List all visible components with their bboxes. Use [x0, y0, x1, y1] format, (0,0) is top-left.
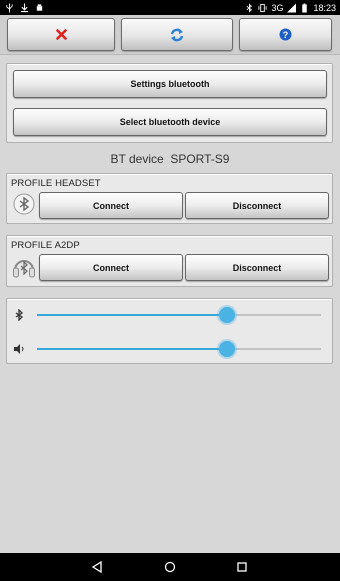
volume-level-slider[interactable]	[37, 341, 321, 357]
slider-thumb[interactable]	[219, 341, 236, 357]
settings-bluetooth-button[interactable]: Settings bluetooth	[13, 70, 327, 98]
bluetooth-level-row	[11, 305, 329, 325]
headphones-icon	[11, 255, 37, 279]
volume-level-row	[11, 339, 329, 359]
bluetooth-icon	[11, 192, 37, 216]
home-button[interactable]	[162, 559, 178, 575]
toolbar: ?	[0, 15, 340, 55]
slider-fill	[37, 348, 228, 350]
a2dp-disconnect-button[interactable]: Disconnect	[185, 254, 329, 281]
recents-icon	[237, 562, 247, 572]
select-bluetooth-device-button[interactable]: Select bluetooth device	[13, 108, 327, 136]
speaker-icon	[14, 344, 24, 354]
slider-thumb[interactable]	[219, 307, 236, 323]
bt-device-name: BT device SPORT-S9	[110, 152, 230, 166]
clock: 18:23	[313, 2, 336, 13]
headset-disconnect-button[interactable]: Disconnect	[185, 192, 329, 219]
bluetooth-icon	[15, 309, 24, 321]
network-type: 3G	[271, 2, 284, 13]
profile-a2dp-title: PROFILE A2DP	[11, 240, 80, 251]
profile-a2dp-panel: PROFILE A2DP Connect Disconnect	[6, 235, 333, 287]
a2dp-connect-button[interactable]: Connect	[39, 254, 183, 281]
back-icon	[91, 561, 102, 573]
recents-button[interactable]	[234, 559, 250, 575]
bluetooth-level-slider[interactable]	[37, 307, 321, 323]
bluetooth-settings-panel: Settings bluetooth Select bluetooth devi…	[6, 63, 333, 143]
back-button[interactable]	[89, 559, 105, 575]
download-icon	[20, 3, 29, 12]
levels-panel	[6, 298, 333, 364]
close-button[interactable]	[7, 18, 115, 51]
status-bar: 3G 18:23	[0, 0, 340, 15]
svg-text:?: ?	[283, 30, 289, 40]
navigation-bar	[0, 553, 340, 581]
bluetooth-icon	[246, 2, 253, 13]
profile-headset-panel: PROFILE HEADSET Connect Disconnect	[6, 173, 333, 224]
headset-connect-button[interactable]: Connect	[39, 192, 183, 219]
android-debug-icon	[36, 3, 43, 11]
help-button[interactable]: ?	[239, 18, 332, 51]
home-icon	[164, 561, 176, 573]
signal-icon	[287, 3, 297, 12]
sync-icon	[170, 28, 184, 41]
refresh-button[interactable]	[121, 18, 233, 51]
profile-headset-title: PROFILE HEADSET	[11, 178, 101, 189]
help-icon: ?	[279, 28, 292, 41]
usb-icon	[6, 3, 13, 12]
slider-fill	[37, 314, 228, 316]
battery-icon	[302, 3, 308, 13]
close-x-icon	[55, 29, 67, 40]
vibrate-icon	[258, 3, 268, 12]
